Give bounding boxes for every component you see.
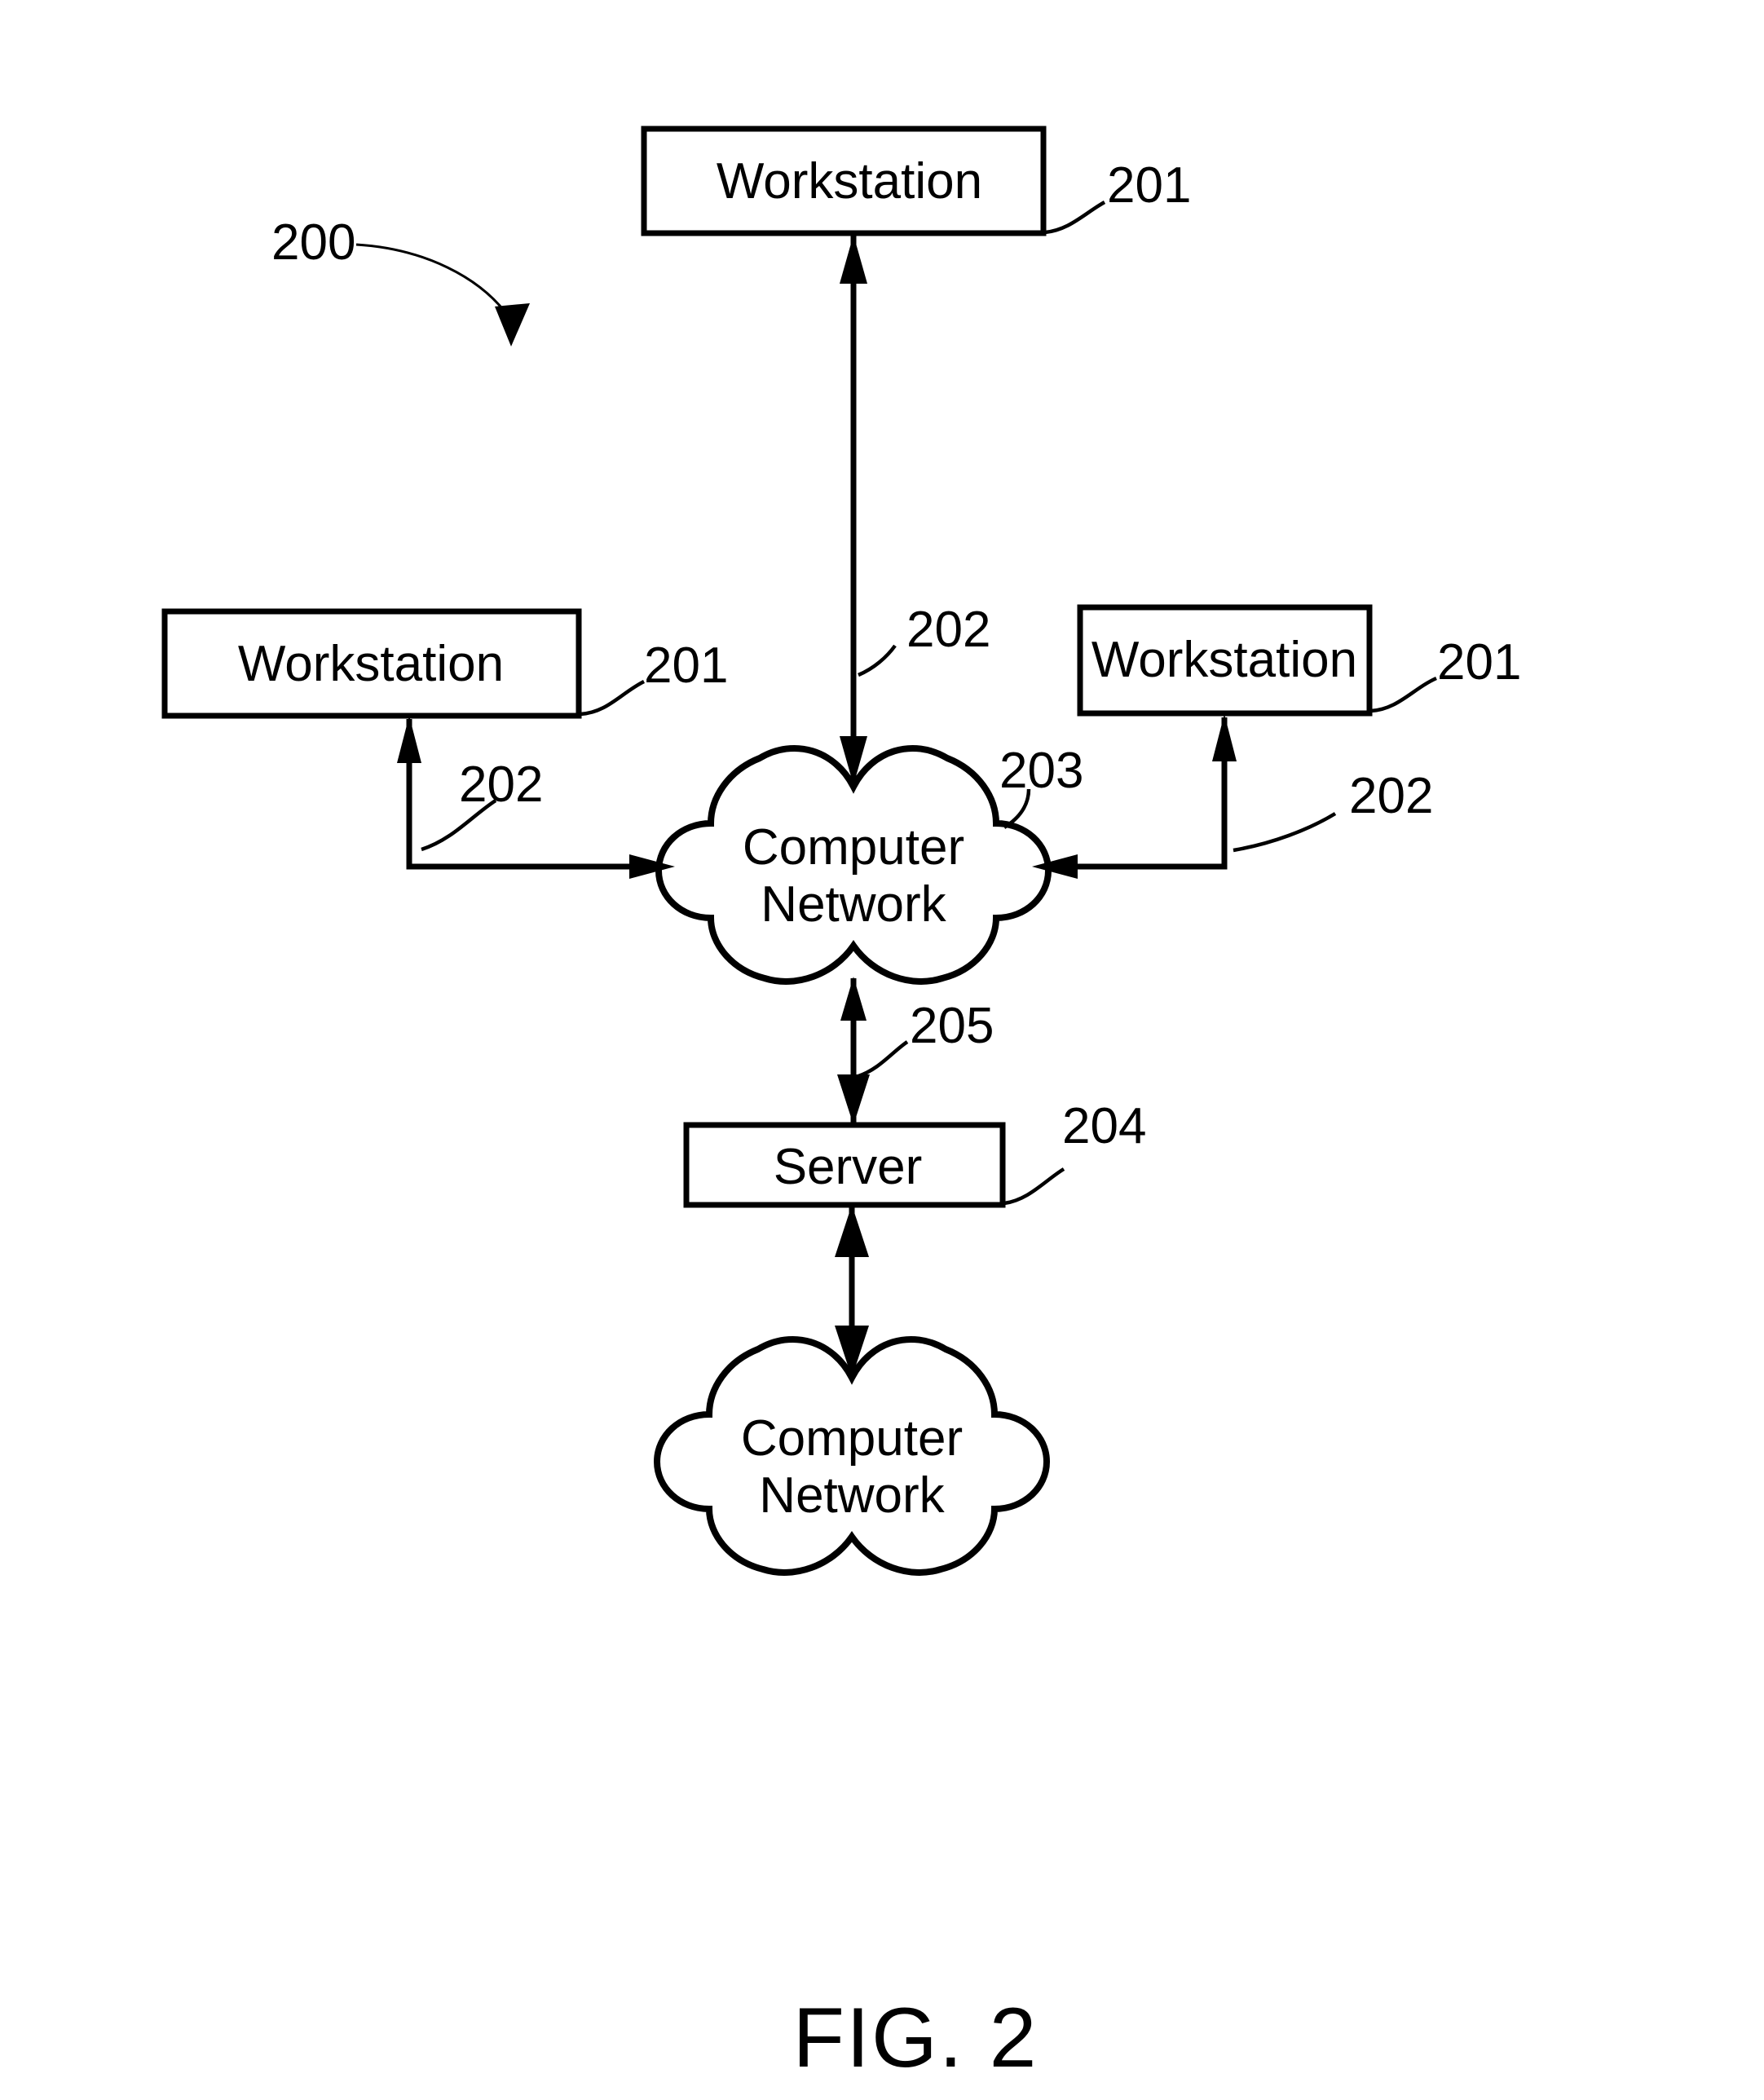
ref-numeral-202-left: 202 [459, 757, 543, 813]
ref-numeral-200: 200 [271, 214, 355, 271]
connection-server-bottom-network [835, 1205, 869, 1378]
network-bottom-label-line2: Network [759, 1467, 945, 1524]
connection-network-server [837, 977, 870, 1125]
ref-numeral-204: 204 [1062, 1098, 1146, 1154]
figure-caption: FIG. 2 [793, 1991, 1039, 2085]
network-bottom-label-line1: Computer [741, 1410, 963, 1467]
ref-numeral-202-right: 202 [1349, 768, 1433, 824]
network-center-label-line1: Computer [743, 819, 964, 876]
ref-numeral-205: 205 [910, 998, 994, 1054]
workstation-right-label: Workstation [1091, 632, 1357, 688]
ref-numeral-202-top: 202 [906, 602, 990, 658]
server-label: Server [774, 1139, 923, 1195]
ref-numeral-201-left: 201 [644, 638, 728, 694]
system-ref-arrow [355, 243, 530, 346]
ref-numeral-201-top: 201 [1107, 157, 1191, 214]
ref-numeral-203: 203 [999, 743, 1083, 799]
workstation-left-label: Workstation [238, 636, 504, 692]
network-center-label-line2: Network [761, 876, 946, 933]
ref-numeral-201-right: 201 [1437, 634, 1521, 690]
connection-top-workstation [840, 233, 867, 785]
patent-figure-page: Workstation Workstation Workstation Comp… [0, 0, 1764, 2100]
network-architecture-diagram: Workstation Workstation Workstation Comp… [161, 126, 1521, 2085]
workstation-top-label: Workstation [717, 153, 982, 210]
